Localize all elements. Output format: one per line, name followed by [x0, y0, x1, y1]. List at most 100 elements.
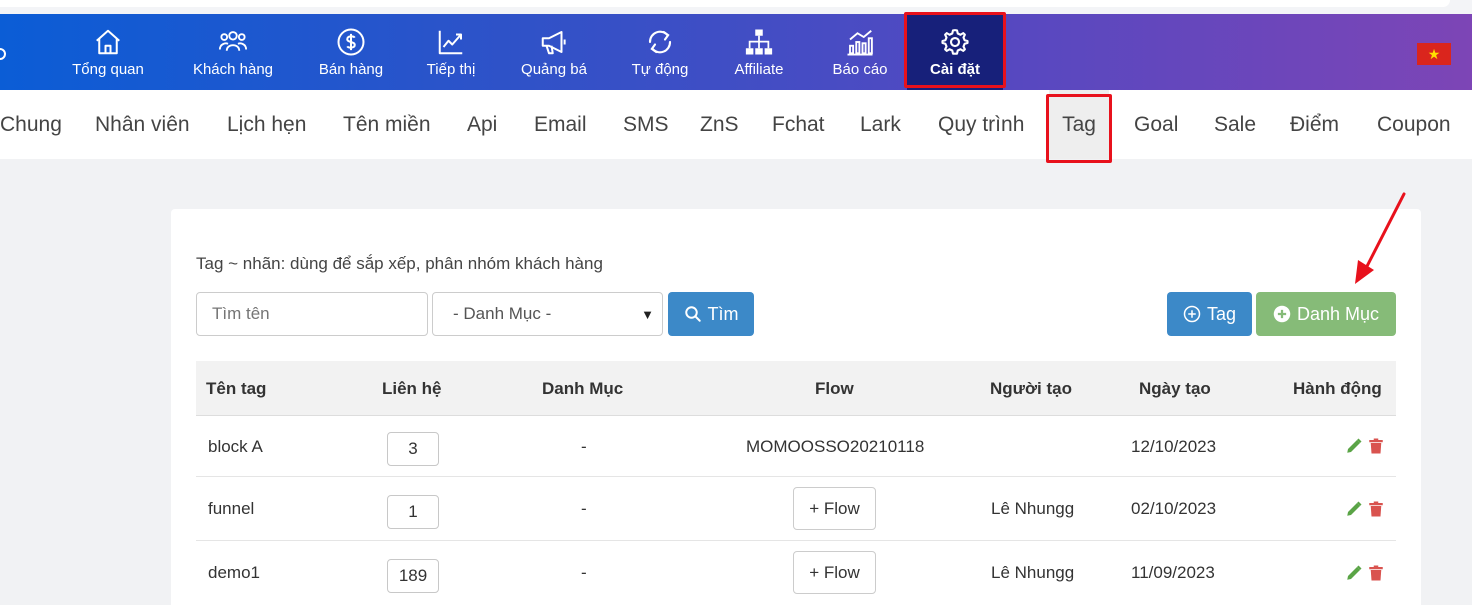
tab-sms[interactable]: SMS — [623, 90, 669, 159]
sitemap-icon — [745, 29, 773, 54]
nav-label: Báo cáo — [832, 60, 888, 78]
contact-count[interactable]: 3 — [387, 432, 439, 466]
edit-button[interactable] — [1345, 416, 1363, 476]
tab-email[interactable]: Email — [534, 90, 587, 159]
header-danh-muc: Danh Mục — [542, 378, 624, 398]
dollar-icon — [337, 28, 365, 55]
megaphone-icon — [541, 30, 566, 54]
nav-item-tong-quan[interactable]: Tổng quan — [64, 14, 152, 90]
tag-name: block A — [208, 436, 263, 456]
header-ngay-tao: Ngày tạo — [1139, 378, 1211, 398]
creator-name: Lê Nhungg — [991, 499, 1075, 518]
edit-button[interactable] — [1345, 541, 1363, 605]
header-nguoi-tao: Người tạo — [990, 378, 1073, 398]
nav-label: Bán hàng — [318, 60, 384, 78]
header-hanh-dong: Hành động — [1293, 378, 1382, 398]
plus-circle-icon — [1273, 305, 1291, 323]
nav-item-tu-dong[interactable]: Tự động — [622, 14, 698, 90]
trash-icon — [1369, 565, 1383, 581]
nav-label: Tự động — [631, 60, 689, 78]
refresh-icon — [648, 30, 672, 53]
chart-line-icon — [438, 30, 463, 54]
tab-goal[interactable]: Goal — [1134, 90, 1178, 159]
tab-tag[interactable]: Tag — [1049, 90, 1109, 159]
header-flow: Flow — [815, 378, 854, 398]
category-select[interactable]: - Danh Mục - ▼ — [432, 292, 663, 336]
category-value: - — [581, 563, 587, 582]
category-select-value: - Danh Mục - — [453, 304, 552, 323]
add-flow-button[interactable]: + Flow — [793, 487, 876, 530]
browser-top-strip — [0, 0, 1472, 14]
tab-diem[interactable]: Điểm — [1290, 90, 1339, 159]
tag-name: demo1 — [208, 563, 260, 582]
nav-label: Cài đặt — [929, 60, 980, 78]
delete-button[interactable] — [1367, 477, 1385, 540]
home-icon — [96, 29, 120, 54]
nav-item-affiliate[interactable]: Affiliate — [724, 14, 794, 90]
trash-icon — [1369, 438, 1383, 454]
nav-item-quang-ba[interactable]: Quảng bá — [512, 14, 596, 90]
report-chart-icon — [847, 29, 873, 55]
nav-item-bao-cao[interactable]: Báo cáo — [822, 14, 898, 90]
nav-label: Affiliate — [734, 60, 784, 78]
contact-count[interactable]: 189 — [387, 559, 439, 593]
tab-api[interactable]: Api — [467, 90, 497, 159]
add-tag-button[interactable]: Tag — [1167, 292, 1252, 336]
pencil-icon — [1347, 501, 1362, 516]
add-tag-label: Tag — [1206, 303, 1237, 324]
nav-label: Tổng quan — [72, 60, 144, 78]
users-icon — [218, 30, 248, 51]
vietnam-flag-icon[interactable]: ★ — [1417, 43, 1451, 65]
created-date: 02/10/2023 — [1131, 499, 1217, 518]
table-row: block A 3 - MOMOOSSO20210118 12/10/2023 — [196, 416, 1396, 477]
search-icon — [684, 306, 701, 322]
tab-fchat[interactable]: Fchat — [772, 90, 825, 159]
created-date: 11/09/2023 — [1131, 563, 1215, 582]
nav-item-khach-hang[interactable]: Khách hàng — [184, 14, 282, 90]
tab-chung[interactable]: Chung — [0, 90, 62, 159]
contact-count[interactable]: 1 — [387, 495, 439, 529]
header-lien-he: Liên hệ — [382, 378, 442, 398]
delete-button[interactable] — [1367, 541, 1385, 605]
nav-item-cai-dat[interactable]: Cài đặt — [907, 14, 1003, 90]
flow-name[interactable]: MOMOOSSO20210118 — [746, 416, 924, 477]
tab-zns[interactable]: ZnS — [700, 90, 739, 159]
created-date: 12/10/2023 — [1131, 436, 1217, 456]
nav-label: Quảng bá — [521, 60, 587, 78]
nav-label: Khách hàng — [192, 60, 274, 78]
plus-circle-icon — [1183, 305, 1201, 323]
edit-button[interactable] — [1345, 477, 1363, 540]
tab-sale[interactable]: Sale — [1214, 90, 1256, 159]
settings-tabbar: Chung Nhân viên Lịch hẹn Tên miền Api Em… — [0, 90, 1472, 159]
nav-label: Tiếp thị — [426, 60, 476, 78]
category-value: - — [581, 499, 587, 518]
tab-nhan-vien[interactable]: Nhân viên — [95, 90, 190, 159]
trash-icon — [1369, 501, 1383, 516]
creator-name: Lê Nhungg — [991, 563, 1075, 582]
table-row: demo1 189 - + Flow Lê Nhungg 11/09/2023 — [196, 541, 1396, 605]
category-value: - — [581, 436, 587, 456]
page-description: Tag ~ nhãn: dùng để sắp xếp, phân nhóm k… — [196, 254, 603, 273]
add-category-button[interactable]: Danh Mục — [1256, 292, 1396, 336]
tab-lark[interactable]: Lark — [860, 90, 901, 159]
search-input[interactable] — [196, 292, 428, 336]
partial-icon — [0, 48, 6, 60]
tab-lich-hen[interactable]: Lịch hẹn — [227, 90, 306, 159]
main-navbar: Tổng quan Khách hàng Bán hàng Tiếp thị Q… — [0, 14, 1472, 90]
nav-item-ban-hang[interactable]: Bán hàng — [311, 14, 391, 90]
table-header: Tên tag Liên hệ Danh Mục Flow Người tạo … — [196, 361, 1396, 416]
tab-quy-trinh[interactable]: Quy trình — [938, 90, 1024, 159]
pencil-icon — [1347, 438, 1362, 453]
delete-button[interactable] — [1367, 416, 1385, 476]
header-ten-tag: Tên tag — [206, 378, 267, 398]
search-button[interactable]: Tìm — [668, 292, 754, 336]
tab-coupon[interactable]: Coupon — [1377, 90, 1451, 159]
nav-item-tiep-thi[interactable]: Tiếp thị — [418, 14, 484, 90]
tag-name: funnel — [208, 499, 255, 518]
add-flow-button[interactable]: + Flow — [793, 551, 876, 594]
pencil-icon — [1347, 565, 1362, 580]
table-row: funnel 1 - + Flow Lê Nhungg 02/10/2023 — [196, 477, 1396, 541]
gear-icon — [941, 28, 969, 55]
tab-ten-mien[interactable]: Tên miền — [343, 90, 431, 159]
add-category-label: Danh Mục — [1296, 303, 1380, 324]
